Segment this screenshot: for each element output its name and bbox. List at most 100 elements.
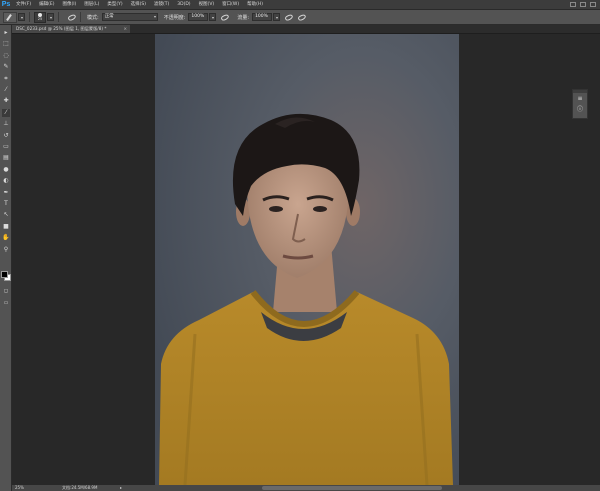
marquee-tool-icon-glyph: ⬚ (3, 40, 9, 48)
lasso-tool-icon-glyph: ◌ (3, 51, 9, 59)
maximize-icon[interactable] (580, 2, 586, 7)
menu-image[interactable]: 图像(I) (58, 0, 80, 9)
shape-tool-icon-glyph: ■ (3, 222, 9, 230)
eraser-tool-icon[interactable]: ▭ (2, 143, 10, 151)
marquee-tool-icon[interactable]: ⬚ (2, 40, 10, 48)
opacity-label: 不透明度: (163, 14, 186, 21)
status-menu-arrow-icon[interactable] (120, 487, 122, 489)
healing-brush-tool-icon-glyph: ✚ (3, 97, 9, 105)
info-icon[interactable]: ⓘ (576, 106, 584, 114)
eraser-tool-icon-glyph: ▭ (3, 143, 9, 150)
menu-select[interactable]: 选择(S) (127, 0, 150, 9)
collapsed-panel-dock: ≡ ⓘ (572, 89, 588, 119)
quick-mask-icon[interactable]: ◻ (2, 287, 10, 295)
menu-3d[interactable]: 3D(D) (173, 0, 194, 9)
opacity-input[interactable]: 100% (188, 13, 209, 21)
hand-tool-icon-glyph: ✋ (2, 234, 10, 242)
crop-tool-icon-glyph: ⌗ (4, 74, 8, 82)
dodge-tool-icon[interactable]: ◐ (2, 177, 10, 185)
brush-tool-icon[interactable]: ⁄ (2, 108, 10, 117)
photoshop-logo: Ps (1, 1, 11, 8)
history-brush-tool-icon[interactable]: ↺ (2, 132, 10, 140)
eyedropper-tool-icon[interactable]: ⁄ (2, 86, 10, 94)
menu-layer[interactable]: 图层(L) (80, 0, 103, 9)
pen-tool-icon-glyph: ✒ (3, 188, 9, 196)
pen-tool-icon[interactable]: ✒ (2, 189, 10, 197)
lasso-tool-icon[interactable]: ◌ (2, 52, 10, 60)
move-tool-icon-glyph: ▸ (4, 29, 8, 36)
minimize-icon[interactable] (570, 2, 576, 7)
path-select-tool-icon[interactable]: ↖ (2, 211, 10, 219)
mode-label: 模式: (87, 14, 99, 21)
shape-tool-icon[interactable]: ■ (2, 223, 10, 231)
document-info: 文档:24.5M/68.9M (62, 485, 98, 490)
opacity-dropdown[interactable] (209, 13, 217, 21)
divider (80, 12, 81, 22)
brush-tool-icon-glyph: ⁄ (5, 108, 7, 116)
document-tab-bar: DSC_0233.psd @ 25% (图层 1, 图层蒙版/8) * × (12, 25, 600, 34)
menu-view[interactable]: 视图(V) (195, 0, 219, 9)
history-brush-tool-icon-glyph: ↺ (3, 131, 9, 139)
move-tool-icon[interactable]: ▸ (2, 29, 10, 37)
clone-stamp-tool-icon[interactable]: ⊥ (2, 120, 10, 128)
menu-window[interactable]: 窗口(W) (218, 0, 243, 9)
blend-mode-select[interactable]: 正常 (101, 13, 158, 21)
blend-mode-value: 正常 (104, 14, 114, 19)
quick-select-tool-icon[interactable]: ✎ (2, 63, 10, 71)
horizontal-scrollbar[interactable] (262, 486, 442, 490)
healing-brush-tool-icon[interactable]: ✚ (2, 97, 10, 105)
menu-file[interactable]: 文件(F) (12, 0, 35, 9)
brush-size-value: 25 (37, 17, 43, 21)
status-bar: 25% 文档:24.5M/68.9M (12, 485, 600, 491)
divider (29, 12, 30, 22)
zoom-tool-icon[interactable]: ⚲ (2, 246, 10, 254)
brush-preset-dropdown[interactable] (47, 13, 54, 21)
menu-filter[interactable]: 滤镜(T) (150, 0, 173, 9)
foreground-color-swatch[interactable] (1, 271, 8, 278)
flow-input[interactable]: 100% (252, 13, 273, 21)
document-tab-title: DSC_0233.psd @ 25% (图层 1, 图层蒙版/8) * (16, 26, 107, 31)
options-bar: 25 模式: 正常 不透明度: 100% 流量: 100% (0, 10, 600, 25)
flow-value: 100% (255, 14, 268, 19)
gradient-tool-icon[interactable]: ▤ (2, 154, 10, 162)
brush-preset-picker[interactable]: 25 (34, 11, 46, 23)
panel-grip[interactable] (573, 90, 587, 93)
blur-tool-icon-glyph: ● (3, 165, 9, 173)
brush-settings-icon[interactable]: ≡ (576, 95, 584, 103)
path-select-tool-icon-glyph: ↖ (3, 211, 9, 219)
hand-tool-icon[interactable]: ✋ (2, 234, 10, 242)
eyedropper-tool-icon-glyph: ⁄ (5, 86, 7, 93)
window-controls (570, 2, 600, 7)
type-tool-icon-glyph: T (4, 200, 8, 207)
chevron-down-icon (153, 16, 156, 18)
clone-stamp-tool-icon-glyph: ⊥ (3, 120, 9, 128)
divider (58, 12, 59, 22)
pressure-size-icon[interactable] (296, 12, 306, 22)
menu-help[interactable]: 帮助(H) (243, 0, 267, 9)
flow-dropdown[interactable] (273, 13, 281, 21)
crop-tool-icon[interactable]: ⌗ (2, 75, 10, 83)
screen-mode-icon[interactable]: ▭ (2, 299, 10, 307)
gradient-tool-icon-glyph: ▤ (3, 154, 9, 162)
menu-bar: Ps 文件(F) 编辑(E) 图像(I) 图层(L) 类型(Y) 选择(S) 滤… (0, 0, 600, 10)
brush-panel-toggle-icon[interactable] (66, 12, 76, 22)
tools-panel: ▸ ⬚ ◌ ✎ ⌗ ⁄ ✚ ⁄ ⊥ ↺ ▭ ▤ ● ◐ ✒ T ↖ ■ ✋ ⚲ ◻ ▭ (0, 25, 12, 491)
portrait-photo (155, 34, 459, 485)
zoom-tool-icon-glyph: ⚲ (3, 245, 9, 253)
menu-edit[interactable]: 编辑(E) (35, 0, 58, 9)
menu-type[interactable]: 类型(Y) (103, 0, 126, 9)
document-canvas[interactable] (155, 34, 459, 485)
flow-label: 流量: (237, 14, 250, 21)
airbrush-icon[interactable] (283, 12, 293, 22)
dodge-tool-icon-glyph: ◐ (3, 177, 9, 185)
type-tool-icon[interactable]: T (2, 200, 10, 208)
document-tab[interactable]: DSC_0233.psd @ 25% (图层 1, 图层蒙版/8) * × (12, 25, 130, 33)
zoom-level[interactable]: 25% (15, 485, 24, 491)
close-window-icon[interactable] (590, 2, 596, 7)
close-icon[interactable]: × (123, 25, 127, 33)
pressure-opacity-icon[interactable] (219, 12, 229, 22)
tool-preset-picker-icon[interactable] (3, 11, 17, 23)
blur-tool-icon[interactable]: ● (2, 166, 10, 174)
canvas-area[interactable] (12, 34, 568, 485)
tool-preset-dropdown[interactable] (18, 13, 25, 21)
